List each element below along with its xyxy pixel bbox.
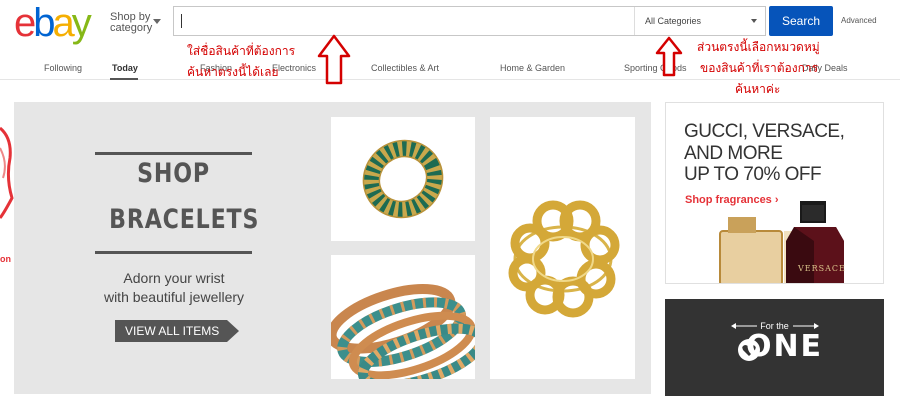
bracelets-hero-banner[interactable]: SHOP BRACELETS Adorn your wrist with bea…	[14, 102, 651, 394]
search-annotation-line1: ใส่ชื่อสินค้าที่ต้องการ	[187, 44, 296, 58]
one-label: ONE	[745, 329, 824, 364]
search-bar: All Categories	[173, 6, 766, 36]
active-tab-underline	[110, 78, 138, 80]
hero-title-line2: BRACELETS	[109, 204, 260, 235]
category-select[interactable]: All Categories	[634, 7, 765, 35]
hero-top-rule	[95, 152, 252, 155]
view-all-items-button[interactable]: VIEW ALL ITEMS	[115, 320, 227, 342]
nav-today[interactable]: Today	[112, 63, 138, 73]
up-arrow-icon	[317, 34, 351, 85]
nav-home-garden[interactable]: Home & Garden	[500, 63, 565, 73]
search-annotation: ใส่ชื่อสินค้าที่ต้องการ ค้นหาตรงนี้ได้เล…	[187, 41, 295, 83]
hero-bottom-rule	[95, 251, 252, 254]
category-select-value: All Categories	[645, 16, 702, 26]
search-annotation-line2: ค้นหาตรงนี้ได้เลย	[187, 65, 279, 79]
ad-headline-line3: UP TO 70% OFF	[684, 164, 822, 185]
for-the-one-ad[interactable]: For the ONE	[665, 299, 884, 396]
nav-following[interactable]: Following	[44, 63, 82, 73]
up-arrow-icon	[655, 36, 683, 77]
ad-headline-line2: AND MORE	[684, 143, 783, 164]
partial-banner-art	[0, 126, 14, 219]
ad-headline-line1: GUCCI, VERSACE,	[684, 121, 845, 142]
perfume-bottles-image: VERSACE	[719, 201, 846, 283]
hero-subtitle-line2: with beautiful jewellery	[103, 289, 245, 305]
category-annotation-line3: ค้นหาค่ะ	[735, 82, 781, 96]
search-input[interactable]	[174, 7, 634, 35]
nav-collectibles-art[interactable]: Collectibles & Art	[371, 63, 439, 73]
category-annotation-line2: ของสินค้าที่เราต้องการ	[700, 61, 819, 75]
category-annotation: ส่วนตรงนี้เลือกหมวดหมู่ ของสินค้าที่เราต…	[697, 37, 820, 100]
category-label: category	[110, 22, 153, 34]
text-cursor	[181, 14, 182, 28]
gold-link-cuff-photo[interactable]	[490, 117, 635, 379]
chevron-bangle-photo[interactable]	[331, 117, 475, 241]
chevron-down-icon	[751, 19, 757, 23]
category-annotation-line1: ส่วนตรงนี้เลือกหมวดหมู่	[697, 40, 820, 54]
search-button[interactable]: Search	[769, 6, 833, 36]
partial-banner-link[interactable]: on	[0, 254, 11, 264]
hero-subtitle-line1: Adorn your wrist	[123, 270, 225, 286]
fragrance-ad[interactable]: GUCCI, VERSACE, AND MORE UP TO 70% OFF S…	[665, 102, 884, 284]
advanced-search-link[interactable]: Advanced	[841, 16, 877, 25]
bottle-label: VERSACE	[797, 264, 846, 273]
ebay-logo[interactable]: ebay	[14, 3, 92, 43]
button-arrow-tip	[227, 320, 239, 342]
hero-title-line1: SHOP	[137, 158, 210, 189]
stacked-bangles-photo[interactable]	[331, 255, 475, 379]
shop-by-category-button[interactable]: Shop by category	[110, 12, 161, 34]
chevron-down-icon	[153, 19, 161, 24]
